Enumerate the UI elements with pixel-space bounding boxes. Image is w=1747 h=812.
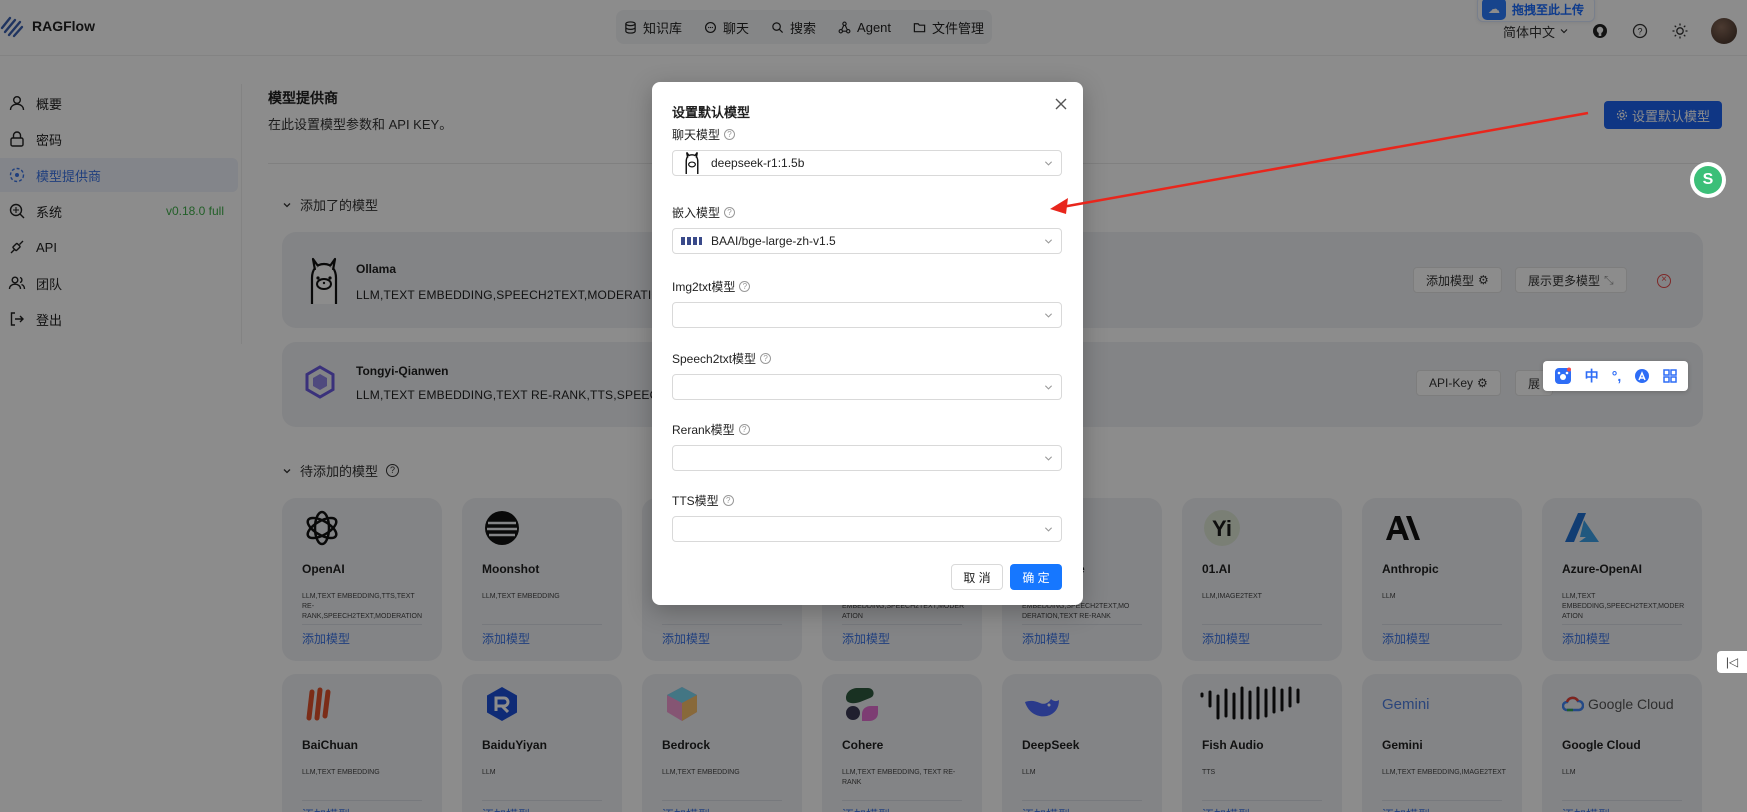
img2txt-model-label: Img2txt模型 ?: [672, 278, 751, 295]
chevron-down-icon: [1044, 161, 1053, 166]
help-icon[interactable]: ?: [760, 353, 772, 364]
chevron-down-icon: [1044, 239, 1053, 244]
help-icon[interactable]: ?: [724, 129, 736, 140]
help-icon[interactable]: ?: [738, 424, 750, 435]
ime-grid-icon[interactable]: [1663, 369, 1678, 383]
collapse-panel-button[interactable]: |◁: [1717, 651, 1747, 673]
help-icon[interactable]: ?: [724, 207, 736, 218]
chat-model-label: 聊天模型 ?: [672, 126, 736, 143]
set-default-model-dialog: 设置默认模型 聊天模型 ? deepseek-r1:1.5b 嵌入模型 ? BA…: [652, 82, 1083, 605]
ime-toolbar: 中 °,: [1543, 361, 1688, 391]
ollama-logo-icon: [685, 152, 699, 175]
select-value: BAAI/bge-large-zh-v1.5: [711, 234, 836, 248]
tts-model-label: TTS模型 ?: [672, 492, 734, 509]
close-icon[interactable]: [1053, 96, 1069, 112]
chevron-down-icon: [1044, 456, 1053, 461]
baai-logo-icon: [681, 237, 702, 245]
ime-paw-icon[interactable]: [1554, 367, 1572, 385]
floating-assistant-button[interactable]: S: [1690, 162, 1726, 198]
embedding-model-select[interactable]: BAAI/bge-large-zh-v1.5: [672, 228, 1062, 254]
confirm-button[interactable]: 确 定: [1010, 564, 1062, 590]
chevron-down-icon: [1044, 527, 1053, 532]
cancel-button[interactable]: 取 消: [951, 564, 1003, 590]
rerank-model-label: Rerank模型 ?: [672, 421, 750, 438]
field-label: 聊天模型: [672, 128, 721, 142]
ime-punctuation-icon[interactable]: °,: [1612, 368, 1622, 384]
field-label: Rerank模型: [672, 423, 735, 437]
select-value: deepseek-r1:1.5b: [711, 156, 805, 170]
ime-user-icon[interactable]: [1634, 368, 1650, 384]
assistant-logo-icon: S: [1694, 166, 1722, 194]
field-label: Speech2txt模型: [672, 352, 757, 366]
chat-model-select[interactable]: deepseek-r1:1.5b: [672, 150, 1062, 176]
rerank-model-select[interactable]: [672, 445, 1062, 471]
embedding-model-label: 嵌入模型 ?: [672, 204, 736, 221]
chevron-down-icon: [1044, 313, 1053, 318]
speech2txt-model-label: Speech2txt模型 ?: [672, 350, 772, 367]
field-label: Img2txt模型: [672, 280, 736, 294]
help-icon[interactable]: ?: [722, 495, 734, 506]
collapse-left-icon: |◁: [1725, 655, 1739, 669]
help-icon[interactable]: ?: [739, 281, 751, 292]
dialog-title: 设置默认模型: [672, 105, 751, 120]
chevron-down-icon: [1044, 385, 1053, 390]
speech2txt-model-select[interactable]: [672, 374, 1062, 400]
ime-language-toggle[interactable]: 中: [1585, 366, 1599, 386]
tts-model-select[interactable]: [672, 516, 1062, 542]
field-label: TTS模型: [672, 494, 719, 508]
img2txt-model-select[interactable]: [672, 302, 1062, 328]
field-label: 嵌入模型: [672, 206, 721, 220]
